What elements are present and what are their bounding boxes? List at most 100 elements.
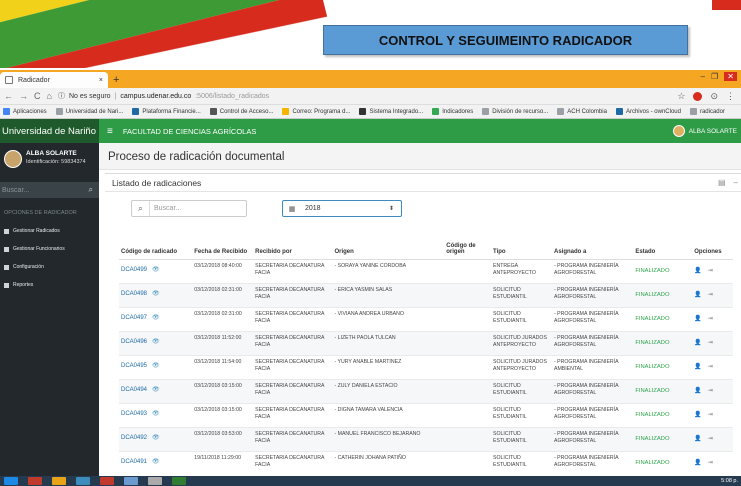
column-header[interactable]: Opciones — [692, 237, 733, 260]
bookmark-item[interactable]: División de recurso... — [482, 108, 548, 115]
record-code-link[interactable]: DCA0494 — [121, 387, 147, 393]
open-record-icon[interactable]: ⇥ — [708, 340, 713, 346]
sidebar-item-label: Reportes — [13, 282, 34, 288]
menu-toggle-icon[interactable]: ≡ — [107, 126, 113, 137]
close-window-icon[interactable]: ✕ — [724, 72, 737, 81]
view-eye-icon[interactable]: 👁 — [152, 267, 160, 273]
powerpoint-app-icon[interactable] — [100, 477, 114, 485]
document-icon[interactable]: ▤ — [718, 178, 726, 187]
open-record-icon[interactable]: ⇥ — [708, 364, 713, 370]
year-select[interactable]: ▦ 2018 ⬍ — [282, 200, 402, 217]
folder-app-icon[interactable] — [76, 477, 90, 485]
open-record-icon[interactable]: ⇥ — [708, 460, 713, 466]
view-eye-icon[interactable]: 👁 — [152, 459, 160, 465]
new-tab-button[interactable]: + — [113, 74, 119, 86]
assign-user-icon[interactable]: 👤 — [694, 316, 701, 322]
bookmark-icon — [615, 108, 623, 115]
assign-user-icon[interactable]: 👤 — [694, 268, 701, 274]
column-header[interactable]: Fecha de Recibido — [192, 237, 254, 260]
record-code-link[interactable]: DCA0497 — [121, 315, 147, 321]
bookmark-item[interactable]: ACH Colombia — [557, 108, 607, 115]
record-code-link[interactable]: DCA0492 — [121, 435, 147, 441]
record-code-link[interactable]: DCA0495 — [121, 363, 147, 369]
bookmark-icon — [209, 108, 217, 115]
bookmark-item[interactable]: Universidad de Nari... — [55, 108, 123, 115]
bookmark-item[interactable]: Plataforma Financie... — [132, 108, 201, 115]
back-icon[interactable]: ← — [4, 91, 13, 101]
column-header[interactable]: Recibido por — [253, 237, 333, 260]
view-eye-icon[interactable]: 👁 — [152, 435, 160, 441]
user-menu[interactable]: ALBA SOLARTE — [672, 125, 741, 137]
column-header[interactable]: Origen — [332, 237, 445, 260]
open-record-icon[interactable]: ⇥ — [708, 316, 713, 322]
info-icon[interactable]: ⓘ — [58, 91, 65, 101]
open-record-icon[interactable]: ⇥ — [708, 388, 713, 394]
sidebar-item[interactable]: Gestionar Radicados — [0, 222, 99, 240]
open-record-icon[interactable]: ⇥ — [708, 268, 713, 274]
windows-start-icon[interactable] — [4, 477, 18, 485]
minimize-icon[interactable]: – — [701, 72, 705, 81]
bookmark-item[interactable]: Archivos - ownCloud — [615, 108, 681, 115]
menu-icon[interactable]: ⋮ — [726, 91, 735, 102]
bookmark-item[interactable]: Correo: Programa d... — [282, 108, 350, 115]
maximize-icon[interactable]: ❐ — [711, 72, 718, 81]
assign-user-icon[interactable]: 👤 — [694, 412, 701, 418]
forward-icon[interactable]: → — [19, 91, 28, 101]
app-header: Universidad de Nariño ≡ FACULTAD DE CIEN… — [0, 119, 741, 143]
bookmark-star-icon[interactable]: ☆ — [677, 91, 685, 102]
assign-user-icon[interactable]: 👤 — [694, 436, 701, 442]
home-icon[interactable]: ⌂ — [47, 91, 52, 101]
assign-user-icon[interactable]: 👤 — [694, 292, 701, 298]
url-field[interactable]: ⓘ No es seguro | campus.udenar.edu.co:50… — [58, 91, 269, 101]
assign-user-icon[interactable]: 👤 — [694, 460, 701, 466]
sidebar-item[interactable]: Gestionar Funcionarios — [0, 240, 99, 258]
sidebar-item[interactable]: Configuración — [0, 258, 99, 276]
status-badge: FINALIZADO — [633, 258, 693, 283]
app-icon[interactable] — [148, 477, 162, 485]
record-code-link[interactable]: DCA0496 — [121, 339, 147, 345]
open-record-icon[interactable]: ⇥ — [708, 412, 713, 418]
column-header[interactable]: Código de origen — [444, 237, 492, 260]
assign-user-icon[interactable]: 👤 — [694, 388, 701, 394]
view-eye-icon[interactable]: 👁 — [152, 291, 160, 297]
chrome-app-icon[interactable] — [52, 477, 66, 485]
view-eye-icon[interactable]: 👁 — [152, 411, 160, 417]
profile-icon[interactable]: ⊙ — [710, 91, 718, 102]
extension-icon[interactable] — [693, 91, 703, 101]
column-header[interactable]: Tipo — [491, 237, 552, 260]
view-eye-icon[interactable]: 👁 — [152, 363, 160, 369]
view-eye-icon[interactable]: 👁 — [152, 387, 160, 393]
view-eye-icon[interactable]: 👁 — [152, 339, 160, 345]
bookmark-item[interactable]: Sistema Integrado... — [359, 108, 423, 115]
open-record-icon[interactable]: ⇥ — [708, 292, 713, 298]
collapse-icon[interactable]: – — [734, 178, 738, 187]
open-record-icon[interactable]: ⇥ — [708, 436, 713, 442]
assign-user-icon[interactable]: 👤 — [694, 340, 701, 346]
bookmark-item[interactable]: Indicadores — [432, 108, 473, 115]
explorer-app-icon[interactable] — [124, 477, 138, 485]
column-header[interactable]: Estado — [633, 237, 693, 260]
record-code-link[interactable]: DCA0491 — [121, 459, 147, 465]
assign-user-icon[interactable]: 👤 — [694, 364, 701, 370]
app-brand[interactable]: Universidad de Nariño — [0, 119, 99, 143]
bookmark-label: Indicadores — [442, 108, 474, 115]
column-header[interactable]: Asignado a — [552, 237, 634, 260]
search-icon[interactable]: ⌕ — [89, 185, 93, 195]
record-code-link[interactable]: DCA0493 — [121, 411, 147, 417]
bookmark-item[interactable]: Aplicaciones — [3, 108, 47, 115]
excel-app-icon[interactable] — [172, 477, 186, 485]
reload-icon[interactable]: C — [34, 91, 41, 101]
record-code-link[interactable]: DCA0499 — [121, 267, 147, 273]
record-code-link[interactable]: DCA0498 — [121, 291, 147, 297]
sidebar-item[interactable]: Reportes — [0, 276, 99, 294]
search-input[interactable]: ⌕ Buscar... — [131, 200, 247, 217]
pdf-app-icon[interactable] — [28, 477, 42, 485]
sidebar-search-input[interactable]: Buscar... ⌕ — [0, 182, 99, 198]
bookmark-item[interactable]: Control de Acceso... — [209, 108, 273, 115]
browser-tab[interactable]: Radicador × — [0, 72, 108, 88]
tab-close-icon[interactable]: × — [99, 77, 103, 84]
bookmark-item[interactable]: radicador — [689, 108, 725, 115]
view-eye-icon[interactable]: 👁 — [152, 315, 160, 321]
column-header[interactable]: Código de radicado — [119, 237, 193, 260]
cell-code: DCA0494 👁 — [119, 378, 193, 403]
